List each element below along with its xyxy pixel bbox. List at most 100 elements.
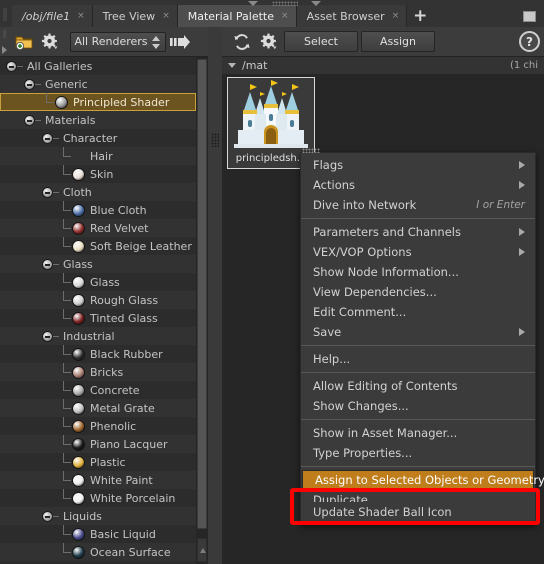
tree-row[interactable]: Concrete [0,381,196,399]
assign-button[interactable]: Assign [361,31,435,52]
tree-row[interactable]: Glass [0,255,196,273]
tree-row-label: Tinted Glass [90,311,158,325]
renderer-filter-dropdown[interactable]: All Renderers [70,31,166,52]
menu-item[interactable]: Flags [301,155,535,175]
close-icon[interactable]: × [281,11,289,21]
tree-row[interactable]: Black Rubber [0,345,196,363]
tree-row[interactable]: Skin [0,165,196,183]
gallery-options-button[interactable] [38,30,62,54]
menu-item[interactable]: Assign to Selected Objects or Geometry [302,470,544,490]
tree-collapse-toggle-icon[interactable] [42,510,53,522]
menu-item[interactable]: Dive into Network I or Enter [301,195,535,215]
palette-path-bar[interactable]: /mat (1 chi [222,57,544,74]
tree-row[interactable]: Tinted Glass [0,309,196,327]
tree-row[interactable]: Materials [0,111,196,129]
tree-row[interactable]: Piano Lacquer [0,435,196,453]
close-icon[interactable]: × [162,11,170,21]
menu-item[interactable]: Save [301,322,535,342]
tree-connector [60,363,72,381]
pane-menu-caret-right-icon[interactable] [311,1,321,6]
tab-asset-browser[interactable]: Asset Browser × [296,5,408,27]
new-gallery-button[interactable] [12,30,36,54]
tree-row[interactable]: White Paint [0,471,196,489]
maximize-pane-icon[interactable] [523,11,536,22]
scrollbar-thumb[interactable] [197,59,207,529]
tab-tree-view[interactable]: Tree View × [92,5,178,27]
tree-row[interactable]: Principled Shader [0,93,196,111]
menu-item[interactable]: Edit Comment... [301,302,535,322]
tree-collapse-toggle-icon[interactable] [42,186,53,198]
node-context-menu[interactable]: Flags Actions Dive into Network I or Enter P… [300,148,544,525]
tree-row[interactable]: White Porcelain [0,489,196,507]
tree-row[interactable]: Blue Cloth [0,201,196,219]
chevron-updown-icon[interactable] [149,35,163,51]
tree-row[interactable]: Bricks [0,363,196,381]
tree-row[interactable]: Glass [0,273,196,291]
pane-menu-caret-left-icon[interactable] [248,1,258,6]
menu-item[interactable]: Allow Editing of Contents [301,376,535,396]
panel-grip-handle[interactable] [0,0,12,27]
tree-row[interactable]: Plastic [0,453,196,471]
tree-row[interactable]: Cloth [0,183,196,201]
tree-row[interactable]: Soft Beige Leather [0,237,196,255]
tree-row[interactable]: Red Velvet [0,219,196,237]
tree-collapse-toggle-icon[interactable] [42,132,53,144]
menu-item[interactable]: Show Changes... [301,396,535,416]
gallery-tree[interactable]: All Galleries Generic Principled Shader Mat… [0,57,196,564]
menu-item[interactable]: Help... [301,349,535,369]
menu-item[interactable]: View Dependencies... [301,282,535,302]
submenu-arrow-icon [519,248,525,256]
tree-collapse-toggle-icon[interactable] [42,258,53,270]
select-button[interactable]: Select [284,31,358,52]
add-tab-button[interactable]: + [407,5,434,27]
tab-obj-file1[interactable]: /obj/file1 × [12,5,93,27]
menu-item[interactable]: Show Node Information... [301,262,535,282]
palette-options-button[interactable] [257,30,281,54]
tree-row[interactable]: Generic [0,75,196,93]
tree-row[interactable]: Industrial [0,327,196,345]
menu-item[interactable]: Parameters and Channels [301,222,535,242]
tree-row[interactable]: Hair [0,147,196,165]
close-icon[interactable]: × [77,11,85,21]
refresh-button[interactable] [230,30,254,54]
menu-item-label: Help... [313,352,351,366]
tree-collapse-toggle-icon[interactable] [24,78,35,90]
pane-drag-dots[interactable] [272,1,298,6]
tree-collapse-toggle-icon[interactable] [24,114,35,126]
help-icon[interactable]: ? [519,31,540,52]
tree-row[interactable]: Rough Glass [0,291,196,309]
tree-row[interactable]: Character [0,129,196,147]
tree-collapse-toggle-icon[interactable] [42,330,53,342]
menu-item[interactable]: Update Shader Ball Icon [301,502,535,522]
tree-row[interactable]: All Galleries [0,57,196,75]
splitter-grip-dots[interactable] [211,133,219,147]
menu-item[interactable]: VEX/VOP Options [301,242,535,262]
toolbar-expand-arrow-icon[interactable] [2,46,7,54]
menu-item[interactable]: Show in Asset Manager... [301,423,535,443]
material-swatch-icon [72,545,85,559]
gallery-tree-scrollbar[interactable] [196,57,208,564]
tree-row[interactable]: Metal Grate [0,399,196,417]
tab-material-palette[interactable]: Material Palette × [177,5,297,27]
close-icon[interactable]: × [392,11,400,21]
pane-splitter[interactable] [208,27,222,564]
material-swatch-icon [72,347,85,361]
toolbar-grip[interactable] [0,27,10,57]
menu-tearoff-grip[interactable] [302,148,320,153]
chevron-down-icon[interactable] [228,63,236,68]
tree-collapse-toggle-icon[interactable] [6,60,17,72]
tree-row[interactable]: Liquids [0,507,196,525]
scroll-up-button[interactable] [197,538,207,562]
menu-item[interactable]: Duplicate [301,490,535,502]
menu-item[interactable]: Type Properties... [301,443,535,463]
tree-connector [60,345,72,363]
menu-item[interactable]: Actions [301,175,535,195]
jump-to-palette-button[interactable] [168,30,192,54]
tree-row[interactable]: Ocean Surface [0,543,196,561]
tree-row[interactable]: Phenolic [0,417,196,435]
tree-connector [60,201,72,219]
tree-row[interactable]: Basic Liquid [0,525,196,543]
